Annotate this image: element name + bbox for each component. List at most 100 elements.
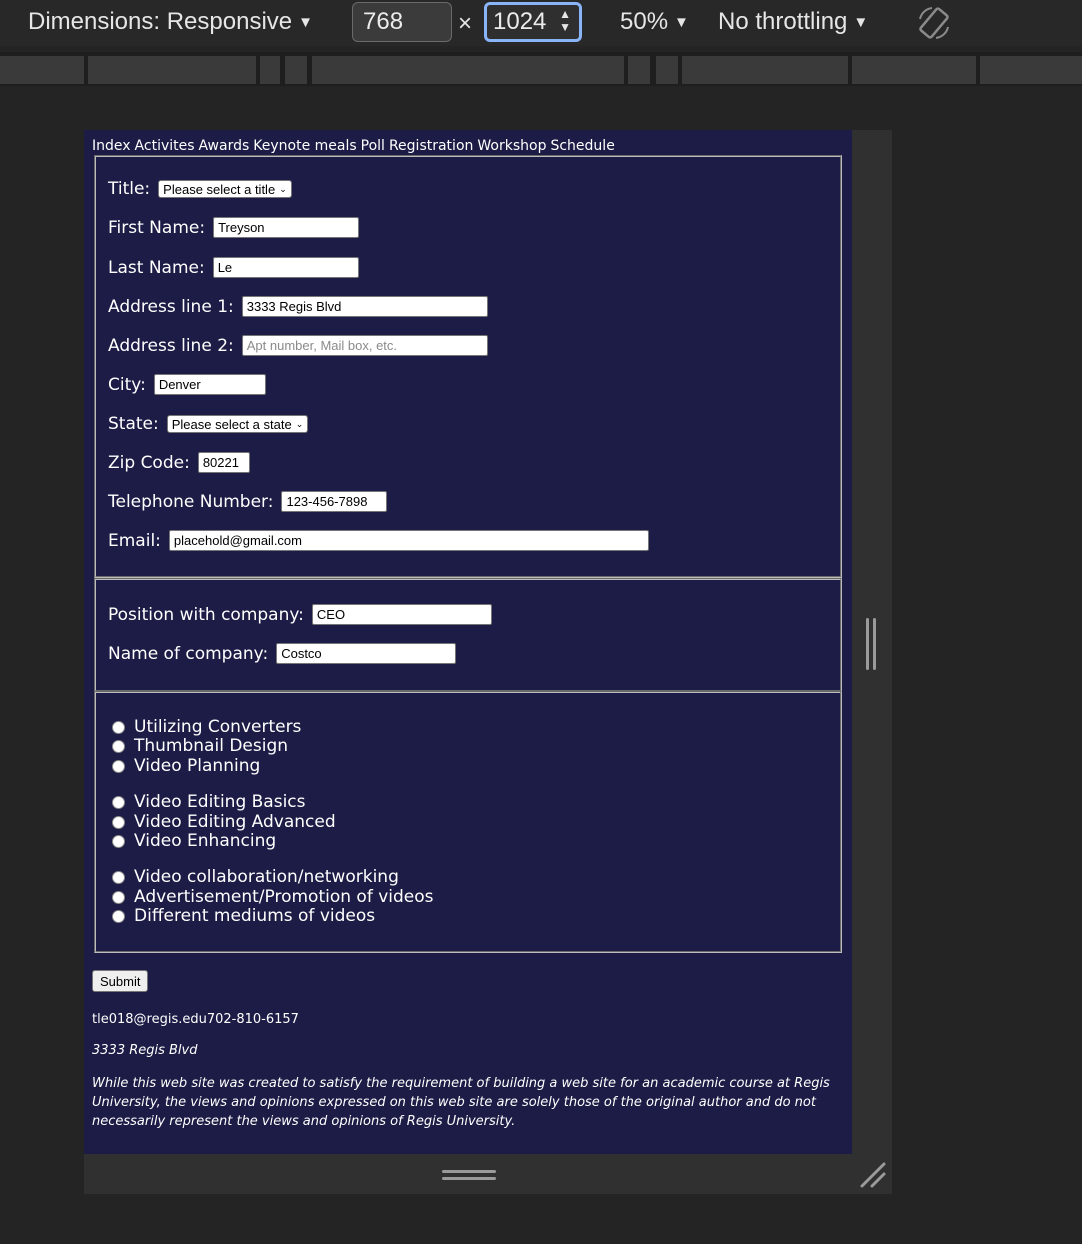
emulated-page: Index Activites Awards Keynote meals Poll Reg… <box>84 130 852 1154</box>
chevron-down-icon: ⌄ <box>279 183 287 194</box>
media-query-segment[interactable] <box>88 56 256 84</box>
disclaimer-text: While this web site was created to satis… <box>92 1076 830 1129</box>
nav-link-awards[interactable]: Awards <box>199 138 250 154</box>
media-query-segment[interactable] <box>285 56 307 84</box>
nav-link-keynote-meals[interactable]: Keynote meals <box>253 138 356 154</box>
phone-input[interactable]: 123-456-7898 <box>281 491 388 512</box>
workshop-option[interactable]: Utilizing Converters <box>112 717 301 737</box>
media-query-segment[interactable] <box>656 56 678 84</box>
email-row: Email: placehold@gmail.com <box>108 530 649 551</box>
times-sign: × <box>458 10 473 37</box>
zoom-dropdown[interactable]: 50% ▼ <box>620 8 689 36</box>
radio-button[interactable] <box>112 720 125 734</box>
city-input[interactable]: Denver <box>153 374 266 395</box>
first-name-row: First Name: Treyson <box>108 217 360 238</box>
position-input[interactable]: CEO <box>311 604 492 625</box>
nav-link-index[interactable]: Index <box>92 138 131 154</box>
media-query-segment[interactable] <box>312 56 624 84</box>
throttling-dropdown[interactable]: No throttling ▼ <box>718 8 868 36</box>
radio-button[interactable] <box>112 909 125 923</box>
personal-info-fieldset: Title: Please select a title ⌄ First Name… <box>94 155 842 578</box>
zip-row: Zip Code: 80221 <box>108 452 250 473</box>
address1-row: Address line 1: 3333 Regis Blvd <box>108 296 488 317</box>
media-query-segment[interactable] <box>980 56 1082 84</box>
workshop-option[interactable]: Thumbnail Design <box>112 736 288 756</box>
phone-label: Telephone Number: <box>108 491 274 512</box>
height-input[interactable]: 1024 ▲ ▼ <box>484 2 582 42</box>
footer-address: 3333 Regis Blvd <box>92 1043 198 1058</box>
resize-handle-icon[interactable] <box>442 1168 496 1182</box>
city-label: City: <box>108 374 146 395</box>
rotate-icon[interactable] <box>914 3 954 43</box>
media-query-segment[interactable] <box>852 56 976 84</box>
radio-button[interactable] <box>112 795 125 809</box>
caret-down-icon: ▼ <box>674 13 689 31</box>
submit-button[interactable]: Submit <box>92 970 149 992</box>
state-label: State: <box>108 414 159 434</box>
address1-input[interactable]: 3333 Regis Blvd <box>241 296 488 317</box>
spinner-icon[interactable]: ▲ ▼ <box>559 8 571 34</box>
nav-link-schedule[interactable]: Schedule <box>550 138 614 154</box>
company-fieldset: Position with company: CEO Name of compa… <box>94 578 842 692</box>
title-row: Title: Please select a title ⌄ <box>108 179 292 199</box>
caret-down-icon: ▼ <box>853 13 869 31</box>
address2-input[interactable]: Apt number, Mail box, etc. <box>241 335 488 356</box>
nav-link-registration[interactable]: Registration <box>389 138 473 154</box>
email-input[interactable]: placehold@gmail.com <box>168 530 649 551</box>
address2-label: Address line 2: <box>108 335 234 356</box>
chevron-down-icon: ⌄ <box>295 418 304 429</box>
workshop-option-label: Different mediums of videos <box>134 906 376 926</box>
nav-link-workshop[interactable]: Workshop <box>477 138 546 154</box>
address1-label: Address line 1: <box>108 296 234 317</box>
device-toolbar: Dimensions: Responsive ▼ 768 × 1024 ▲ ▼ 5… <box>0 0 1082 46</box>
dimensions-label: Dimensions: Responsive <box>28 8 293 35</box>
state-select-value: Please select a state <box>171 416 292 432</box>
radio-button[interactable] <box>112 890 125 904</box>
dimensions-dropdown[interactable]: Dimensions: Responsive ▼ <box>28 8 313 36</box>
zoom-value: 50% <box>620 8 669 35</box>
corner-resize-icon[interactable] <box>858 1160 888 1190</box>
media-query-segment[interactable] <box>628 56 650 84</box>
workshop-option[interactable]: Video Planning <box>112 756 260 776</box>
media-query-segment[interactable] <box>260 56 280 84</box>
workshop-option[interactable]: Video Editing Basics <box>112 792 306 812</box>
height-value: 1024 <box>493 8 547 35</box>
workshop-option[interactable]: Video Enhancing <box>112 831 276 851</box>
company-name-label: Name of company: <box>108 643 269 664</box>
last-name-input[interactable]: Le <box>212 257 359 278</box>
nav-link-activites[interactable]: Activites <box>135 138 195 154</box>
company-name-input[interactable]: Costco <box>276 643 457 664</box>
radio-button[interactable] <box>112 739 125 753</box>
company-name-row: Name of company: Costco <box>108 643 457 664</box>
title-label: Title: <box>108 179 151 199</box>
state-row: State: Please select a state ⌄ <box>108 414 309 434</box>
width-value: 768 <box>363 8 404 35</box>
radio-button[interactable] <box>112 815 125 829</box>
media-query-bar <box>0 52 1082 86</box>
radio-button[interactable] <box>112 870 125 884</box>
zip-label: Zip Code: <box>108 452 190 473</box>
state-select[interactable]: Please select a state ⌄ <box>166 415 309 433</box>
workshop-option[interactable]: Different mediums of videos <box>112 906 375 926</box>
radio-button[interactable] <box>112 759 125 773</box>
position-label: Position with company: <box>108 604 304 625</box>
workshop-option-label: Thumbnail Design <box>134 736 289 756</box>
workshop-option[interactable]: Advertisement/Promotion of videos <box>112 887 434 907</box>
workshop-option[interactable]: Video collaboration/networking <box>112 867 399 887</box>
media-query-segment[interactable] <box>0 56 84 84</box>
radio-button[interactable] <box>112 834 125 848</box>
width-input[interactable]: 768 <box>352 2 452 42</box>
nav-link-poll[interactable]: Poll <box>361 138 385 154</box>
workshop-option-label: Advertisement/Promotion of videos <box>134 887 434 907</box>
workshop-option-label: Video Planning <box>134 756 261 776</box>
email-label: Email: <box>108 530 161 551</box>
zip-input[interactable]: 80221 <box>197 452 250 473</box>
resize-handle-icon[interactable] <box>866 618 878 670</box>
last-name-row: Last Name: Le <box>108 257 359 278</box>
first-name-input[interactable]: Treyson <box>213 217 360 238</box>
workshop-option[interactable]: Video Editing Advanced <box>112 812 336 832</box>
title-select[interactable]: Please select a title ⌄ <box>158 180 292 198</box>
address2-row: Address line 2: Apt number, Mail box, et… <box>108 335 488 356</box>
throttling-value: No throttling <box>718 8 848 35</box>
media-query-segment[interactable] <box>682 56 848 84</box>
